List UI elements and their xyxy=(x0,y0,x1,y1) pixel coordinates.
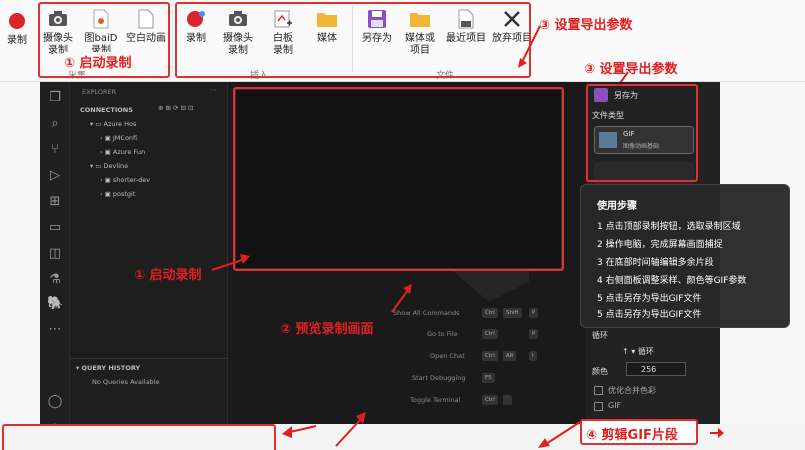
gif-checkbox[interactable] xyxy=(594,402,603,411)
database-icon[interactable]: ◫ xyxy=(47,246,63,262)
gif-checkbox-label: GIF xyxy=(608,401,622,410)
annotation-arrow xyxy=(211,254,250,271)
search-icon[interactable]: ⌕ xyxy=(47,116,63,132)
more-icon[interactable]: ⋯ xyxy=(210,86,217,94)
tree-item[interactable]: › ▣ JMConfi xyxy=(100,134,137,142)
tooltip-step: 4 右侧面板调整采样、颜色等GIF参数 xyxy=(597,276,747,286)
annotation-export-settings-top: ③ 设置导出参数 xyxy=(539,18,633,33)
command-label: Start Debugging xyxy=(412,374,466,382)
flask-icon[interactable]: ⚗ xyxy=(47,272,63,288)
command-label: Open Chat xyxy=(430,352,465,360)
kbd-key: P xyxy=(529,329,539,339)
tree-item-label: JMConfi xyxy=(112,134,138,142)
tree-item-label: Azure Hos xyxy=(103,120,137,128)
tooltip-title: 使用步骤 xyxy=(597,201,637,212)
more-icon[interactable]: ⋯ xyxy=(47,322,63,338)
annotation-preview-recording: ② 预览录制画面 xyxy=(280,322,374,337)
record-icon xyxy=(6,10,28,32)
kbd-key: P xyxy=(529,308,539,318)
annotation-arrow xyxy=(391,284,412,313)
colors-value: 256 xyxy=(641,365,657,374)
tooltip-step: 2 操作电脑，完成屏幕画面捕捉 xyxy=(597,240,723,250)
kbd-key: ` xyxy=(503,395,512,405)
annotation-arrow xyxy=(335,412,366,447)
debug-icon[interactable]: ▷ xyxy=(47,168,63,184)
query-history-section[interactable]: ▾ QUERY HISTORY xyxy=(76,364,140,372)
kbd-key: I xyxy=(529,351,537,361)
record-button-left[interactable]: 录制 xyxy=(2,10,32,47)
kbd-key: F5 xyxy=(482,373,495,383)
annotation-clip-gif: ④ 剪辑GIF片段 xyxy=(586,428,678,443)
loop-dropdown[interactable]: ↑ ▾ 循环 xyxy=(622,346,654,357)
kbd-key: Ctrl xyxy=(482,395,498,405)
tooltip-step: 5 点击另存为导出GIF文件 xyxy=(597,310,702,320)
highlight-export-panel xyxy=(586,84,698,182)
tooltip-step: 3 在底部时间轴编辑多余片段 xyxy=(597,258,714,268)
extensions-icon[interactable]: ⊞ xyxy=(47,194,63,210)
divider xyxy=(70,358,228,359)
command-label: Go to File xyxy=(427,330,458,338)
ribbon-separator xyxy=(172,6,173,72)
kbd-key: Ctrl xyxy=(482,351,498,361)
tree-item[interactable]: › ▣ postgit xyxy=(100,190,135,198)
command-label: Toggle Terminal xyxy=(410,396,461,404)
files-icon[interactable]: ❐ xyxy=(47,90,63,106)
annotation-arrow xyxy=(710,428,724,438)
kbd-key: Ctrl xyxy=(482,329,498,339)
highlight-insert-file-group xyxy=(175,2,531,78)
optimize-label: 优化合并色彩 xyxy=(608,386,656,395)
tree-item[interactable]: › ▣ Azure Fun xyxy=(100,148,145,156)
highlight-timeline xyxy=(2,424,276,450)
kbd-key: Shift xyxy=(503,308,522,318)
tree-item-label: Azure Fun xyxy=(112,148,146,156)
highlight-preview xyxy=(233,87,564,271)
toolbar-icons[interactable]: ⊕ ⊞ ⟳ ⊟ ⊡ xyxy=(158,104,194,112)
tree-item[interactable]: ▾ ▭ Devline xyxy=(90,162,128,170)
sidebar-header: EXPLORER xyxy=(82,88,117,96)
annotation-arrow xyxy=(518,25,541,68)
colors-label: 颜色 xyxy=(592,367,608,376)
query-history-label: QUERY HISTORY xyxy=(81,364,141,372)
tree-item-label: shorter-dev xyxy=(112,176,151,184)
tree-item[interactable]: › ▣ shorter-dev xyxy=(100,176,150,184)
tooltip-step: 5 点击另存为导出GIF文件 xyxy=(597,294,702,304)
account-icon[interactable]: ◯ xyxy=(47,394,63,410)
annotation-start-recording-top: ① 启动录制 xyxy=(64,52,132,71)
kbd-key: Ctrl xyxy=(482,308,498,318)
loop-label: 循环 xyxy=(592,331,608,340)
usage-steps-tooltip: 使用步骤 1 点击顶部录制按钮，选取录制区域 2 操作电脑，完成屏幕画面捕捉 3… xyxy=(580,184,790,328)
source-control-icon[interactable]: ⑂ xyxy=(47,142,63,158)
remote-icon[interactable]: ▭ xyxy=(47,220,63,236)
tree-item-label: postgit xyxy=(112,190,136,198)
tree-item-label: Devline xyxy=(103,162,129,170)
record-label: 录制 xyxy=(7,35,27,46)
annotation-arrow xyxy=(282,425,317,438)
activity-bar: ❐ ⌕ ⑂ ▷ ⊞ ▭ ◫ ⚗ 🐘 ⋯ ◯ ⚙ xyxy=(40,82,70,450)
loop-value: 循环 xyxy=(637,347,654,356)
no-queries-text: No Queries Available xyxy=(92,378,160,386)
tree-item[interactable]: ▾ ▭ Azure Hos xyxy=(90,120,136,128)
kbd-key: Alt xyxy=(503,351,517,361)
annotation-arrow xyxy=(538,421,581,448)
tooltip-step: 1 点击顶部录制按钮，选取录制区域 xyxy=(597,222,741,232)
postgres-icon[interactable]: 🐘 xyxy=(47,296,63,312)
connections-section[interactable]: CONNECTIONS xyxy=(80,106,133,114)
annotation-start-recording: ① 启动录制 xyxy=(134,268,202,283)
colors-input[interactable]: 256 xyxy=(626,362,686,376)
app-window: 录制 摄像头 录制 图baiD录制 空白动画 采集 录制 摄像头 录制 白板 录… xyxy=(0,0,805,450)
optimize-checkbox[interactable] xyxy=(594,386,603,395)
